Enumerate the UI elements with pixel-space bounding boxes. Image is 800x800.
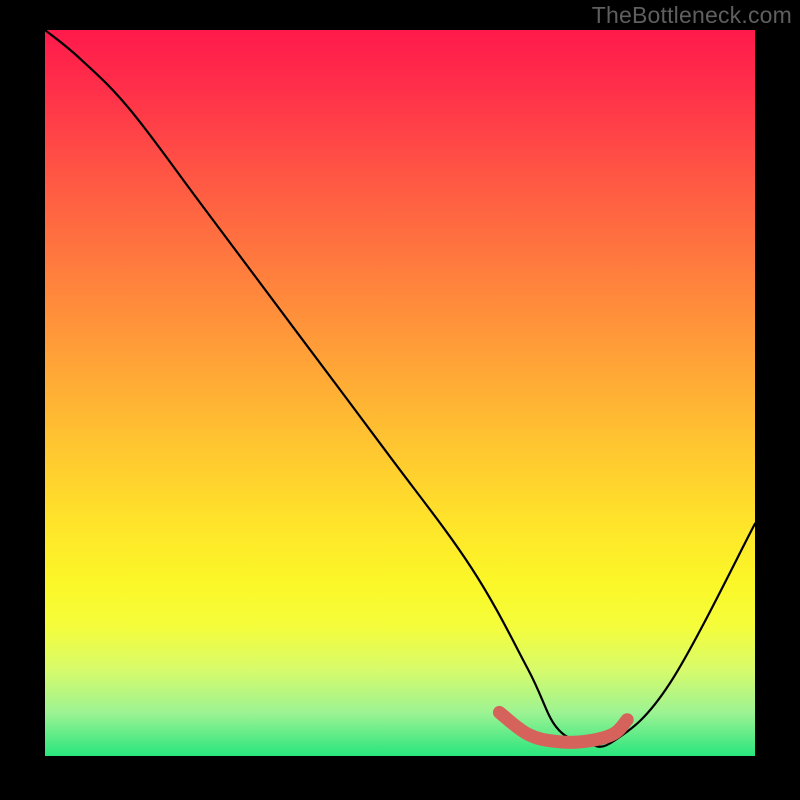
plot-area [45,30,755,756]
watermark-text: TheBottleneck.com [592,2,792,29]
chart-container: TheBottleneck.com [0,0,800,800]
chart-svg [45,30,755,756]
bottleneck-curve [45,30,755,747]
highlight-segment [499,712,627,742]
